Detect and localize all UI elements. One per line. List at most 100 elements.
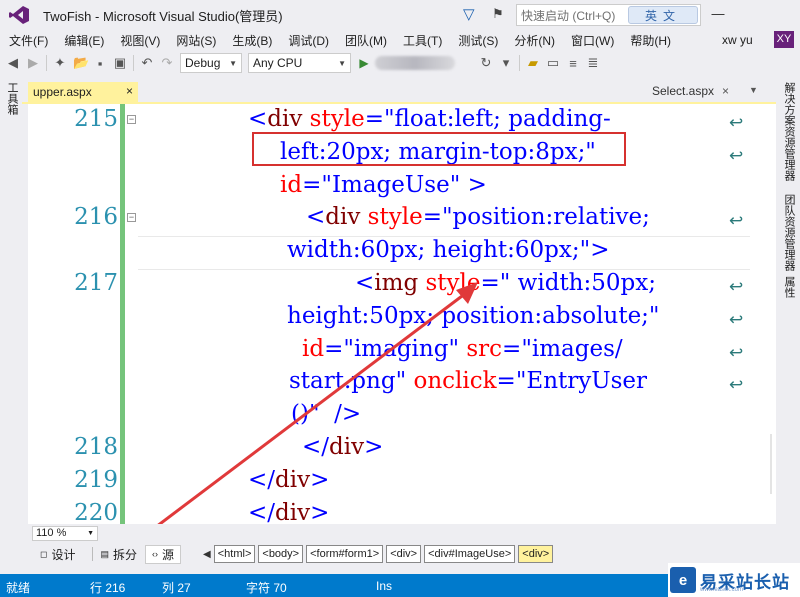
line-number: 219 (74, 467, 118, 493)
save-all-icon[interactable]: ▣ (113, 55, 127, 71)
zoom-value: 110 % (36, 527, 67, 539)
breadcrumb-item[interactable]: <html> (213, 545, 256, 563)
chevron-down-icon: ▼ (87, 530, 94, 537)
breadcrumb-item-current[interactable]: <div> (518, 545, 554, 563)
platform-value: Any CPU (253, 56, 303, 70)
scrollbar-thumb[interactable] (770, 434, 772, 494)
word-wrap-icon: ↩ (729, 211, 744, 231)
menu-test[interactable]: 测试(S) (450, 32, 506, 49)
separator (91, 547, 93, 561)
open-file-icon[interactable]: 📂 (73, 55, 89, 71)
menu-website[interactable]: 网站(S) (168, 32, 224, 49)
document-tab-row: upper.aspx × Select.aspx × ▼ (22, 82, 776, 102)
close-icon[interactable]: × (722, 84, 729, 98)
redo-icon[interactable]: ↷ (160, 55, 174, 71)
vertical-scrollbar[interactable] (758, 104, 776, 524)
breadcrumb-item[interactable]: <body> (258, 545, 304, 563)
menu-window[interactable]: 窗口(W) (563, 32, 622, 49)
source-label: 源 (162, 547, 175, 562)
quick-launch-placeholder: 快速启动 (Ctrl+Q) (521, 8, 616, 23)
filter-icon[interactable]: ▽ (463, 5, 475, 23)
change-tracking-bar (120, 104, 125, 524)
code-line: height:50px; position:absolute;" (287, 303, 660, 329)
code-line: </div> (248, 467, 330, 493)
save-icon[interactable]: ▪ (93, 56, 107, 71)
status-character: 字符 70 (246, 581, 287, 595)
code-line: ()" /> (291, 401, 362, 427)
toolbar-separator (519, 55, 520, 71)
chevron-down-icon[interactable]: ▼ (749, 85, 758, 95)
team-explorer-tab[interactable]: 团队资源管理器 (781, 194, 797, 271)
minimize-button[interactable]: — (706, 3, 730, 25)
toolbar-extra-icon[interactable]: ▰ (526, 55, 540, 71)
code-line: width:60px; height:60px;"> (287, 237, 610, 263)
collapse-icon[interactable]: − (127, 213, 136, 222)
forward-icon[interactable]: ▶ (26, 55, 40, 71)
tab-select-aspx[interactable]: Select.aspx (652, 84, 714, 98)
refresh-icon[interactable]: ↻ (479, 55, 493, 71)
new-project-icon[interactable]: ✦ (53, 55, 67, 71)
code-line: id="ImageUse" > (280, 172, 487, 198)
chevron-left-icon[interactable]: ◀ (203, 549, 211, 560)
standard-toolbar: ◀ ▶ ✦ 📂 ▪ ▣ ↶ ↷ Debug ▼ Any CPU ▼ ▶ ↻ ▾ … (0, 50, 800, 76)
solution-explorer-tab[interactable]: 解决方案资源管理器 (781, 82, 797, 181)
visual-studio-logo-icon (7, 4, 31, 26)
menu-tools[interactable]: 工具(T) (395, 32, 450, 49)
word-wrap-icon: ↩ (729, 146, 744, 166)
menu-team[interactable]: 团队(M) (337, 32, 395, 49)
tab-label: upper.aspx (33, 85, 92, 99)
design-view-button[interactable]: ◻ 设计 (34, 545, 82, 564)
user-name[interactable]: xw yu (722, 33, 753, 47)
code-line: </div> (248, 500, 330, 524)
split-view-button[interactable]: ▤ 拆分 (95, 545, 144, 564)
menu-view[interactable]: 视图(V) (112, 32, 168, 49)
menu-build[interactable]: 生成(B) (224, 32, 280, 49)
code-line: <img style=" width:50px; (355, 270, 656, 296)
solution-configuration-dropdown[interactable]: Debug ▼ (180, 53, 242, 73)
menu-analyze[interactable]: 分析(N) (506, 32, 563, 49)
zoom-dropdown[interactable]: 110 % ▼ (32, 526, 98, 541)
editor-footer: 110 % ▼ (28, 524, 776, 542)
menu-help[interactable]: 帮助(H) (622, 32, 679, 49)
breadcrumb-item[interactable]: <div> (386, 545, 422, 563)
right-tool-strip: 解决方案资源管理器 团队资源管理器 属性 (776, 76, 800, 574)
properties-tab[interactable]: 属性 (781, 276, 797, 298)
line-number: 217 (74, 270, 118, 296)
code-line: <div style="float:left; padding- (248, 106, 611, 132)
status-ready: 就绪 (6, 581, 31, 595)
toolbar-extra-icon[interactable]: ≡ (566, 56, 580, 71)
toolbar-extra-icon[interactable]: ≣ (586, 55, 600, 71)
view-switcher-bar: ◻ 设计 ▤ 拆分 ‹› 源 ◀ <html> <body> <form#for… (28, 542, 776, 566)
code-line: id="imaging" src="images/ (302, 336, 623, 362)
breadcrumb-item[interactable]: <div#ImageUse> (424, 545, 516, 563)
status-column: 列 27 (162, 581, 191, 595)
browser-link-icon[interactable]: ▾ (499, 55, 513, 71)
tab-upper-aspx[interactable]: upper.aspx × (28, 82, 138, 102)
menu-file[interactable]: 文件(F) (0, 32, 56, 49)
word-wrap-icon: ↩ (729, 277, 744, 297)
source-view-button[interactable]: ‹› 源 (145, 544, 182, 564)
avatar[interactable]: XY (774, 31, 794, 48)
close-icon[interactable]: × (126, 84, 133, 98)
run-target-button[interactable] (375, 56, 455, 70)
toolbar-extra-icon[interactable]: ▭ (546, 55, 560, 71)
design-icon: ◻ (40, 548, 48, 559)
line-number: 216 (74, 204, 118, 230)
ime-indicator: 英文 (628, 6, 698, 24)
collapse-icon[interactable]: − (127, 115, 136, 124)
word-wrap-icon: ↩ (729, 375, 744, 395)
source-icon: ‹› (152, 549, 159, 559)
menu-debug[interactable]: 调试(D) (280, 32, 337, 49)
design-label: 设计 (51, 547, 76, 562)
solution-platform-dropdown[interactable]: Any CPU ▼ (248, 53, 351, 73)
breadcrumb-item[interactable]: <form#form1> (306, 545, 384, 563)
toolbox-tab[interactable]: 工具箱 (4, 82, 20, 115)
notifications-icon[interactable]: ⚑ (492, 6, 504, 22)
menu-edit[interactable]: 编辑(E) (56, 32, 112, 49)
line-number: 215 (74, 106, 118, 132)
code-editor[interactable]: 215 216 217 218 219 220 − − <div style="… (28, 104, 776, 524)
undo-icon[interactable]: ↶ (140, 55, 154, 71)
back-icon[interactable]: ◀ (6, 55, 20, 71)
split-icon: ▤ (100, 548, 110, 559)
start-debugging-icon[interactable]: ▶ (357, 56, 371, 70)
